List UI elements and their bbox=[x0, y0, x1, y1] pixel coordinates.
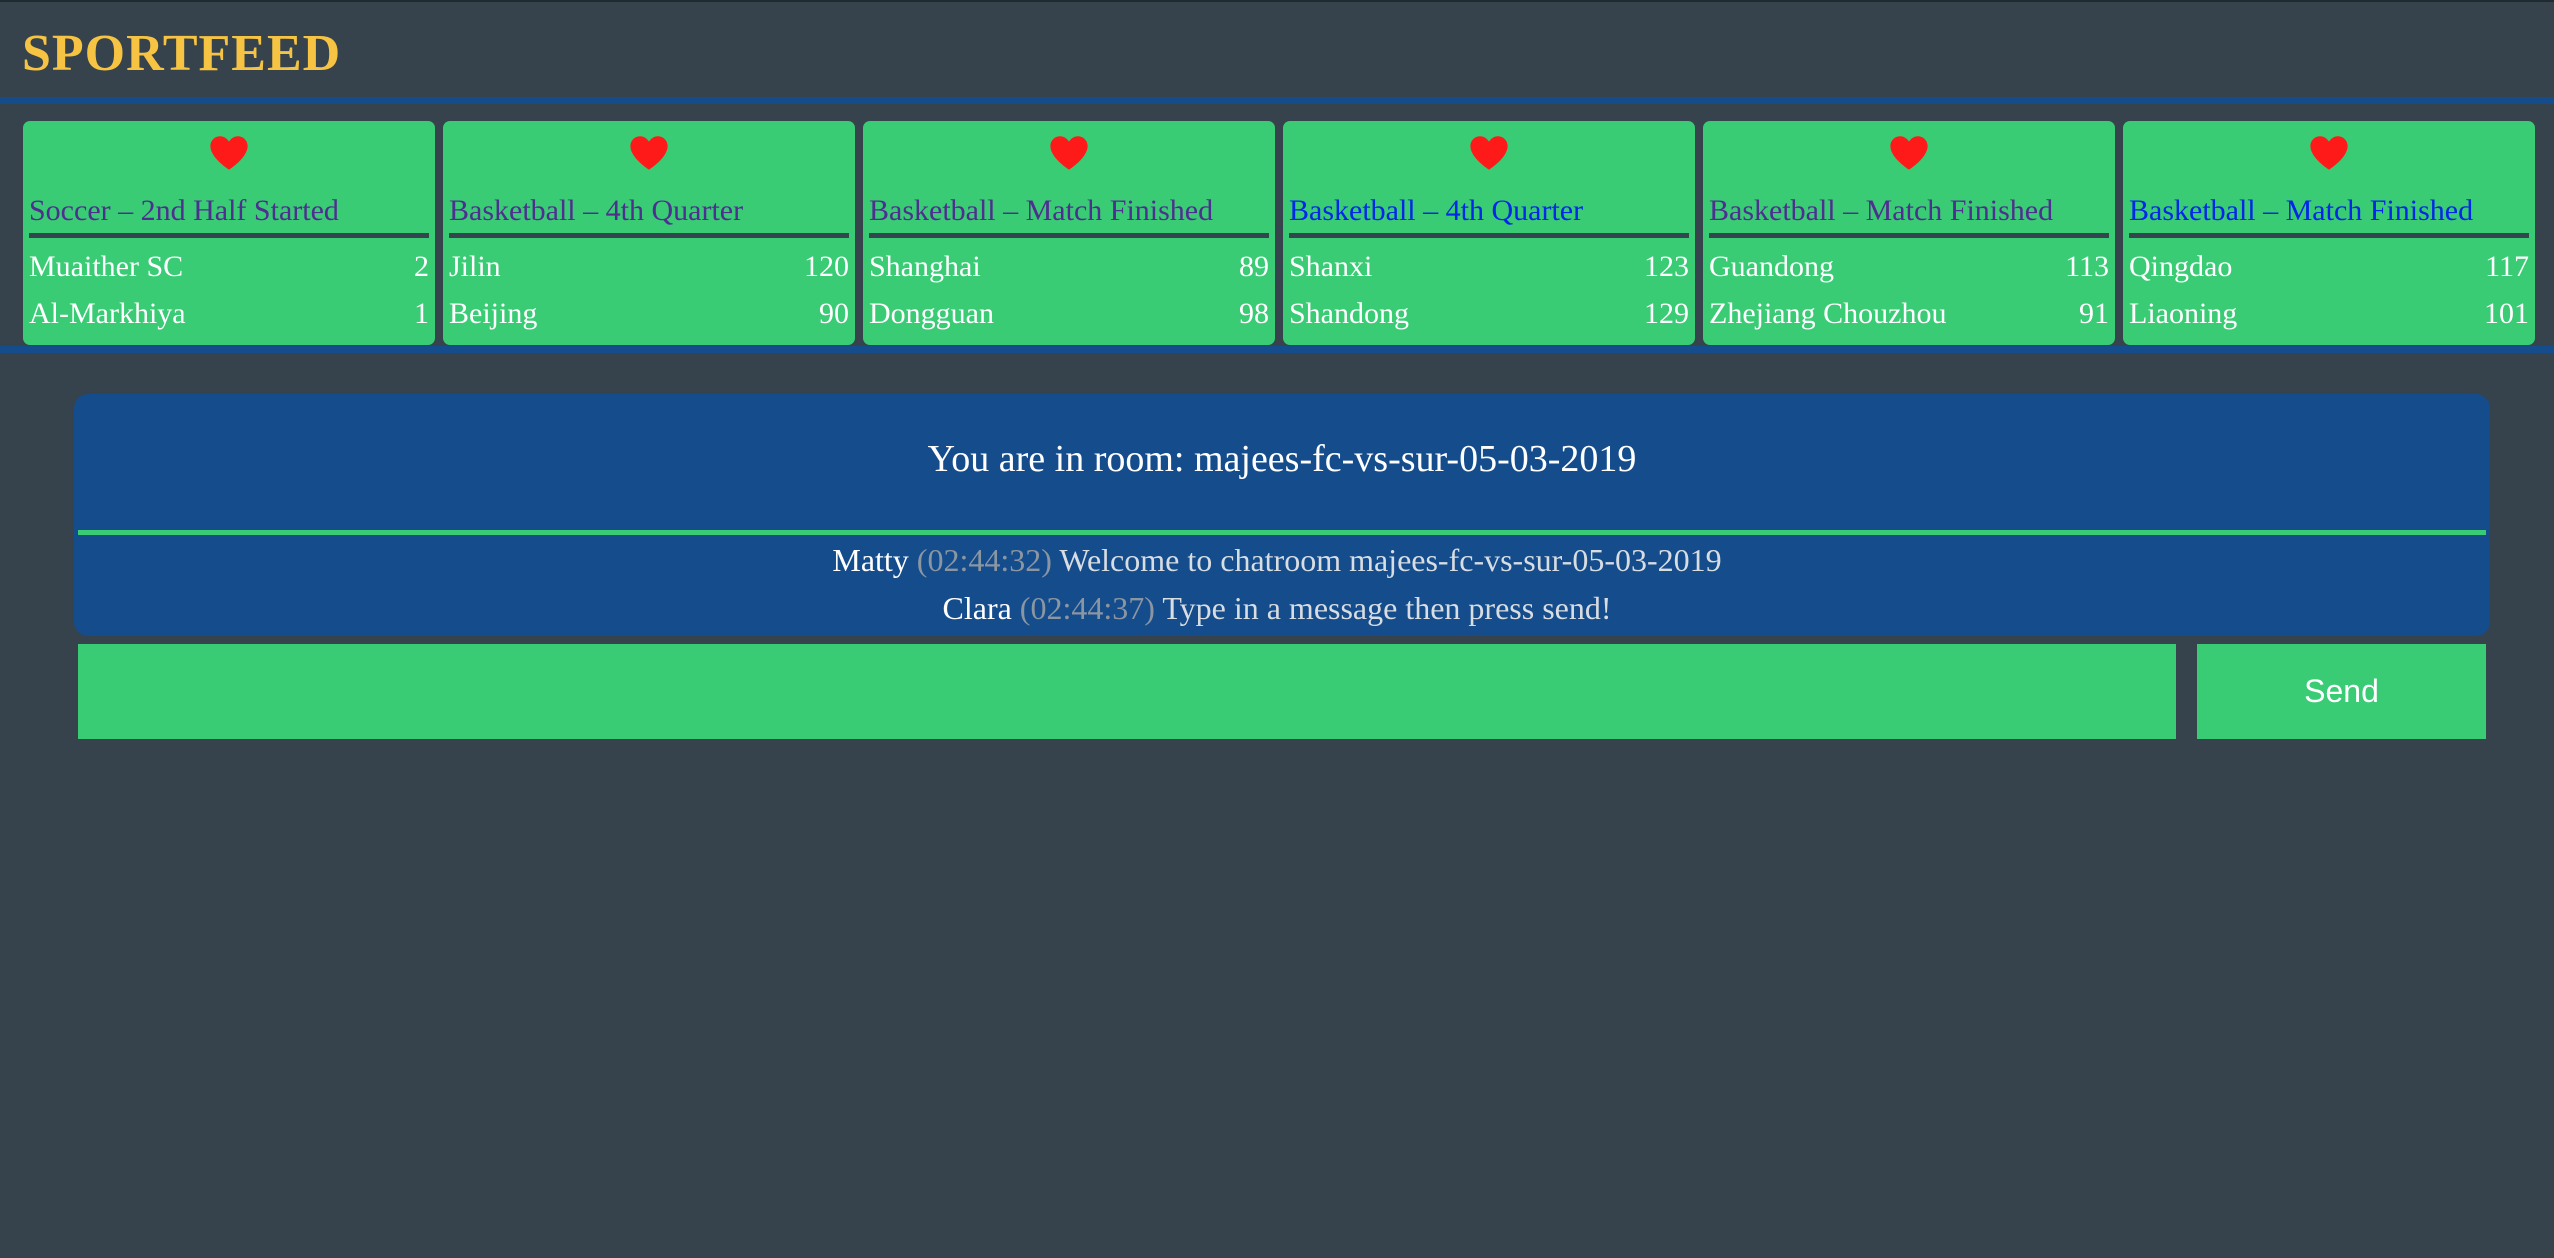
heart-icon[interactable] bbox=[209, 135, 249, 171]
team-score: 120 bbox=[804, 250, 849, 283]
team-score: 1 bbox=[414, 297, 429, 330]
team-name: Liaoning bbox=[2129, 297, 2238, 330]
away-team-row: Zhejiang Chouzhou 91 bbox=[1709, 292, 2109, 336]
home-team-row: Shanxi 123 bbox=[1289, 245, 1689, 289]
match-card[interactable]: Basketball – Match Finished Shanghai 89 … bbox=[863, 121, 1275, 345]
match-status: Soccer – 2nd Half Started bbox=[29, 191, 429, 238]
match-card[interactable]: Basketball – Match Finished Guandong 113… bbox=[1703, 121, 2115, 345]
team-name: Dongguan bbox=[869, 297, 994, 330]
team-name: Beijing bbox=[449, 297, 538, 330]
match-card[interactable]: Basketball – 4th Quarter Jilin 120 Beiji… bbox=[443, 121, 855, 345]
message-time: (02:44:32) bbox=[916, 542, 1052, 578]
team-name: Shanghai bbox=[869, 250, 981, 283]
match-card[interactable]: Basketball – Match Finished Qingdao 117 … bbox=[2123, 121, 2535, 345]
team-score: 101 bbox=[2484, 297, 2529, 330]
chat-message: Clara (02:44:37) Type in a message then … bbox=[0, 585, 2554, 631]
message-time: (02:44:37) bbox=[1019, 590, 1155, 626]
message-text: Type in a message then press send! bbox=[1162, 590, 1612, 626]
team-score: 98 bbox=[1239, 297, 1269, 330]
team-name: Zhejiang Chouzhou bbox=[1709, 297, 1947, 330]
chat-message: Matty (02:44:32) Welcome to chatroom maj… bbox=[0, 537, 2554, 583]
team-score: 123 bbox=[1644, 250, 1689, 283]
match-card[interactable]: Soccer – 2nd Half Started Muaither SC 2 … bbox=[23, 121, 435, 345]
team-score: 113 bbox=[2065, 250, 2109, 283]
away-team-row: Dongguan 98 bbox=[869, 292, 1269, 336]
brand-logo[interactable]: SPORTFEED bbox=[22, 22, 341, 86]
away-team-row: Liaoning 101 bbox=[2129, 292, 2529, 336]
app-header: SPORTFEED bbox=[0, 0, 2554, 97]
heart-icon[interactable] bbox=[2309, 135, 2349, 171]
heart-icon[interactable] bbox=[1469, 135, 1509, 171]
match-status: Basketball – 4th Quarter bbox=[1289, 191, 1689, 238]
message-input[interactable] bbox=[78, 644, 2176, 739]
home-team-row: Qingdao 117 bbox=[2129, 245, 2529, 289]
match-status: Basketball – Match Finished bbox=[869, 191, 1269, 238]
team-score: 129 bbox=[1644, 297, 1689, 330]
team-score: 117 bbox=[2485, 250, 2529, 283]
message-author: Matty bbox=[832, 542, 909, 578]
away-team-row: Shandong 129 bbox=[1289, 292, 1689, 336]
heart-icon[interactable] bbox=[1049, 135, 1089, 171]
message-author: Clara bbox=[942, 590, 1012, 626]
live-scores-strip: Soccer – 2nd Half Started Muaither SC 2 … bbox=[0, 97, 2554, 353]
home-team-row: Guandong 113 bbox=[1709, 245, 2109, 289]
chat-divider bbox=[78, 530, 2486, 535]
send-button[interactable]: Send bbox=[2197, 644, 2486, 739]
team-name: Qingdao bbox=[2129, 250, 2233, 283]
team-score: 90 bbox=[819, 297, 849, 330]
match-status: Basketball – Match Finished bbox=[1709, 191, 2109, 238]
match-status: Basketball – Match Finished bbox=[2129, 191, 2529, 238]
team-name: Shanxi bbox=[1289, 250, 1373, 283]
team-name: Al-Markhiya bbox=[29, 297, 186, 330]
match-status: Basketball – 4th Quarter bbox=[449, 191, 849, 238]
room-title: You are in room: majees-fc-vs-sur-05-03-… bbox=[927, 438, 1637, 480]
away-team-row: Beijing 90 bbox=[449, 292, 849, 336]
team-score: 89 bbox=[1239, 250, 1269, 283]
team-name: Shandong bbox=[1289, 297, 1409, 330]
home-team-row: Shanghai 89 bbox=[869, 245, 1269, 289]
heart-icon[interactable] bbox=[1889, 135, 1929, 171]
team-score: 91 bbox=[2079, 297, 2109, 330]
team-name: Jilin bbox=[449, 250, 501, 283]
team-name: Guandong bbox=[1709, 250, 1834, 283]
away-team-row: Al-Markhiya 1 bbox=[29, 292, 429, 336]
heart-icon[interactable] bbox=[629, 135, 669, 171]
team-name: Muaither SC bbox=[29, 250, 184, 283]
home-team-row: Muaither SC 2 bbox=[29, 245, 429, 289]
home-team-row: Jilin 120 bbox=[449, 245, 849, 289]
message-text: Welcome to chatroom majees-fc-vs-sur-05-… bbox=[1059, 542, 1722, 578]
team-score: 2 bbox=[414, 250, 429, 283]
match-card[interactable]: Basketball – 4th Quarter Shanxi 123 Shan… bbox=[1283, 121, 1695, 345]
